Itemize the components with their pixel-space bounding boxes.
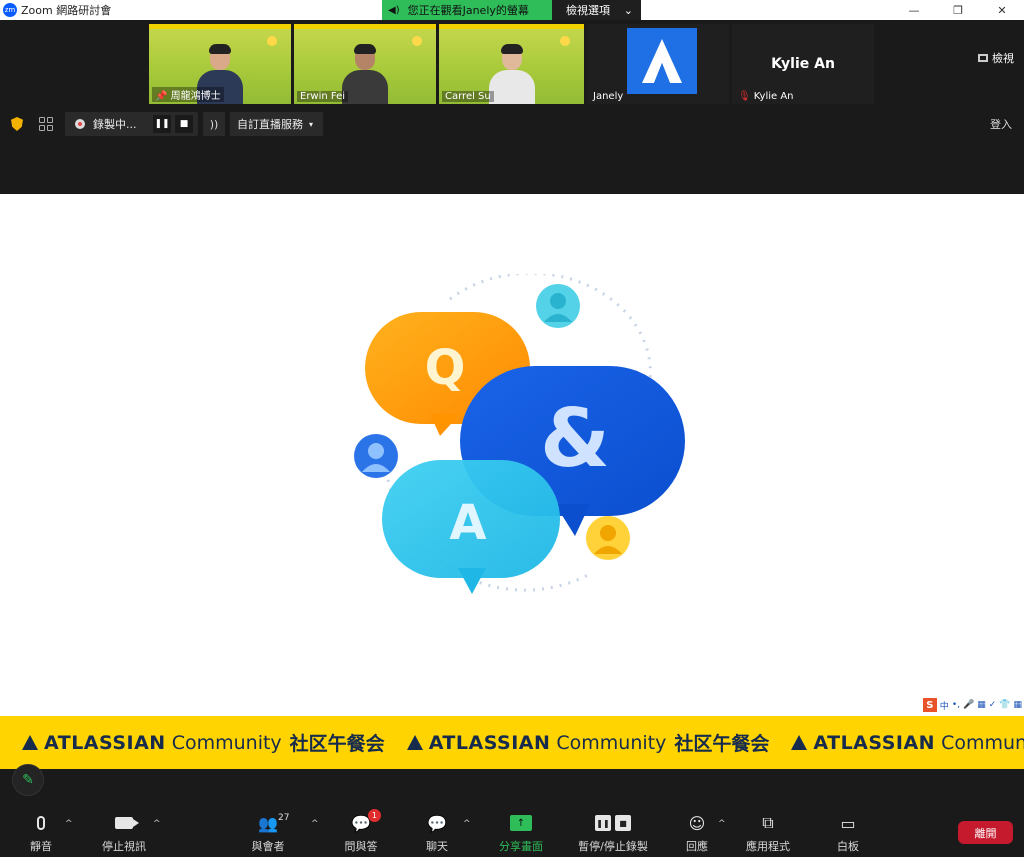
share-screen-icon: ↑ <box>510 815 532 831</box>
svg-text:&: & <box>540 392 610 485</box>
security-shield-icon[interactable] <box>11 117 23 131</box>
smiley-icon: ☺ <box>688 813 706 833</box>
whiteboard-button[interactable]: ▭ 白板 <box>808 811 888 854</box>
qa-illustration: Q & A <box>354 274 685 594</box>
apps-icon: ⧉ <box>762 813 774 832</box>
participant-display-name: Kylie An <box>771 56 835 72</box>
video-tile[interactable]: Erwin Fei <box>294 24 436 104</box>
custom-live-label: 自訂直播服務 <box>237 118 303 131</box>
reactions-options-caret[interactable]: ^ <box>718 819 726 829</box>
stop-icon: ■ <box>615 815 631 831</box>
atlassian-logo-icon <box>791 735 808 750</box>
view-label: 檢視 <box>992 52 1014 65</box>
recording-label: 錄製中... <box>93 118 137 131</box>
atlassian-logo-icon <box>406 735 423 750</box>
participant-name: Carrel Su <box>442 91 494 102</box>
chevron-down-icon: ⌄ <box>623 3 633 17</box>
meeting-toolbar: 靜音 ^ 停止視訊 ^ 👥 27 與會者 ^ 💬 1 問與答 💬 聊天 ^ ↑ 分享… <box>0 805 1024 857</box>
window-controls: — ❐ ✕ <box>892 0 1024 20</box>
pause-stop-recording-button[interactable]: ❚❚ ■ 暫停/停止錄製 <box>573 811 653 854</box>
view-button[interactable]: 檢視 <box>978 50 1014 66</box>
whiteboard-icon: ▭ <box>840 813 856 833</box>
sun-decoration <box>412 36 422 46</box>
viewing-text: 您正在觀看Janely的螢幕 <box>407 4 529 17</box>
chat-options-caret[interactable]: ^ <box>463 819 471 829</box>
banner-item: ATLASSIAN Community 社区午餐会 <box>22 729 385 756</box>
share-screen-button[interactable]: ↑ 分享畫面 <box>481 811 561 854</box>
sun-decoration <box>267 36 277 46</box>
leave-button[interactable]: 離開 <box>958 821 1013 844</box>
event-banner <box>294 24 436 29</box>
live-stream-icon[interactable]: )) <box>203 112 225 136</box>
minimize-button[interactable]: — <box>892 0 936 20</box>
video-tile[interactable]: 📌 周龍鴻博士 <box>149 24 291 104</box>
meeting-info-bar: 錄製中... ❚❚ ■ )) 自訂直播服務 ▾ 登入 <box>0 112 1024 136</box>
window-title: Zoom 網路研討會 <box>21 4 112 17</box>
event-banner <box>439 24 584 29</box>
apps-button[interactable]: ⧉ 應用程式 <box>728 811 808 854</box>
annotate-pencil-icon[interactable]: ✎ <box>12 764 44 796</box>
atlassian-logo-icon <box>22 735 38 750</box>
zoom-logo-icon: zm <box>3 3 17 17</box>
view-options-label: 檢視選項 <box>566 4 610 17</box>
caret-down-icon: ▾ <box>309 119 314 129</box>
participant-video <box>488 44 535 104</box>
participants-options-caret[interactable]: ^ <box>311 819 319 829</box>
atlassian-community-banner: ATLASSIAN Community 社区午餐会 ATLASSIAN Comm… <box>0 716 1024 769</box>
svg-text:Q: Q <box>425 340 466 396</box>
participant-name: Erwin Fei <box>297 91 349 102</box>
atlassian-logo-icon <box>627 28 697 94</box>
gallery-view-icon <box>978 54 988 62</box>
view-options-button[interactable]: 檢視選項 ⌄ <box>552 0 641 20</box>
recording-indicator: 錄製中... ❚❚ ■ <box>65 112 198 136</box>
chat-icon: 💬 <box>427 813 447 833</box>
participants-icon: 👥 <box>258 813 278 833</box>
pin-icon: 📌 <box>155 91 168 102</box>
stop-video-button[interactable]: 停止視訊 <box>84 811 164 854</box>
audio-options-caret[interactable]: ^ <box>65 819 73 829</box>
video-tile[interactable]: Kylie An 🎙 Kylie An <box>732 24 874 104</box>
viewing-status: ◀) 您正在觀看Janely的螢幕 <box>382 0 552 20</box>
mute-button[interactable]: 靜音 <box>1 811 81 854</box>
stop-recording-button[interactable]: ■ <box>175 115 193 133</box>
participant-name: 📌 周龍鴻博士 <box>152 87 224 102</box>
microphone-icon <box>37 816 45 830</box>
video-gallery: 📌 周龍鴻博士 Erwin Fei Carrel Su Janely Kylie… <box>0 20 1024 106</box>
ime-toolbar[interactable]: S 中 •, 🎤 ▦ ✓ 👕 ▦ <box>922 696 1022 714</box>
title-bar: zm Zoom 網路研討會 ◀) 您正在觀看Janely的螢幕 檢視選項 ⌄ —… <box>0 0 1024 20</box>
mic-muted-icon: 🎙 <box>738 91 751 102</box>
qa-badge: 1 <box>367 809 381 822</box>
video-camera-icon <box>115 817 139 829</box>
participant-name: 🎙 Kylie An <box>738 91 794 102</box>
reactions-button[interactable]: ☺ 回應 <box>657 811 737 854</box>
sign-in-button[interactable]: 登入 <box>990 116 1012 132</box>
video-tile[interactable]: Janely <box>587 24 729 104</box>
custom-live-stream-button[interactable]: 自訂直播服務 ▾ <box>230 112 323 136</box>
sogou-ime-icon: S <box>922 698 937 712</box>
event-banner <box>149 24 291 29</box>
participant-video <box>342 44 388 104</box>
record-dot-icon <box>75 119 85 129</box>
sun-decoration <box>560 36 570 46</box>
pause-icon: ❚❚ <box>595 815 611 831</box>
viewing-banner: ◀) 您正在觀看Janely的螢幕 檢視選項 ⌄ <box>382 0 641 20</box>
shared-screen: Q & A S 中 •, 🎤 ▦ ✓ 👕 ▦ ATLASSIAN Communi… <box>0 194 1024 769</box>
apps-grid-icon[interactable] <box>39 117 53 131</box>
close-button[interactable]: ✕ <box>980 0 1024 20</box>
video-options-caret[interactable]: ^ <box>153 819 161 829</box>
banner-item: ATLASSIAN Community <box>791 732 1024 754</box>
speaker-icon: ◀) <box>388 4 400 16</box>
participant-name: Janely <box>593 91 624 102</box>
participants-button[interactable]: 👥 27 與會者 <box>228 811 308 854</box>
qa-button[interactable]: 💬 1 問與答 <box>321 809 401 854</box>
video-tile[interactable]: Carrel Su <box>439 24 584 104</box>
banner-item: ATLASSIAN Community 社区午餐会 <box>406 729 769 756</box>
maximize-button[interactable]: ❐ <box>936 0 980 20</box>
chat-button[interactable]: 💬 聊天 <box>397 811 477 854</box>
pause-recording-button[interactable]: ❚❚ <box>153 115 171 133</box>
svg-text:A: A <box>449 495 486 551</box>
